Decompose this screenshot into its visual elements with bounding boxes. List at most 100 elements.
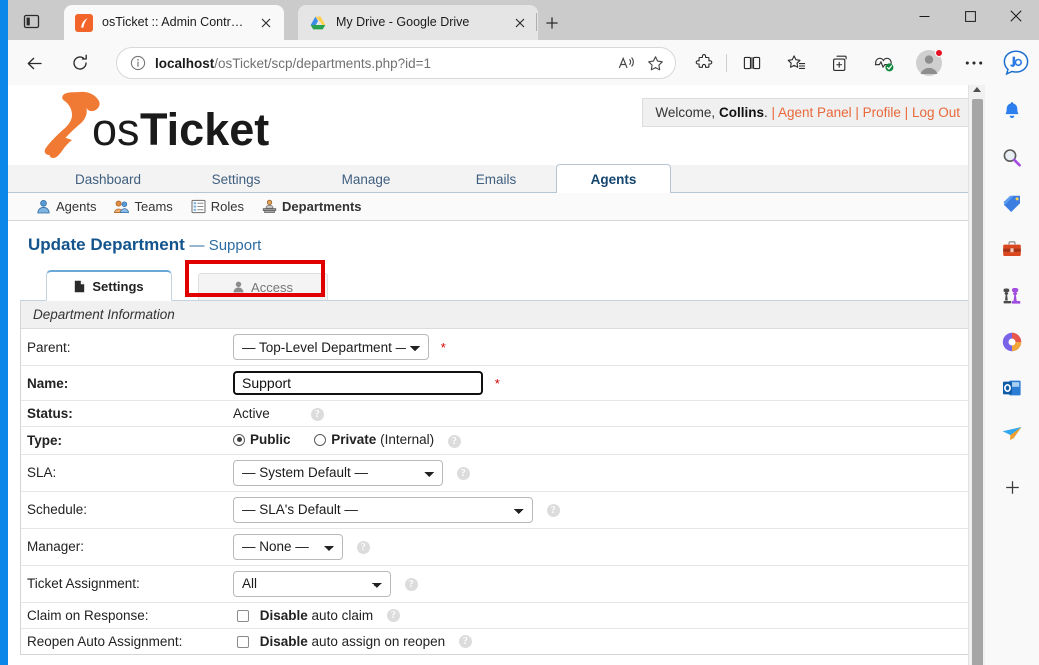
help-icon[interactable]: ? — [404, 577, 418, 591]
collections-icon[interactable] — [824, 47, 856, 79]
tab-access[interactable]: Access — [198, 273, 328, 301]
help-icon[interactable]: ? — [456, 466, 470, 480]
parent-select[interactable]: — Top-Level Department — — [233, 334, 429, 360]
maximize-button[interactable] — [947, 0, 993, 32]
agent-panel-link[interactable]: Agent Panel — [778, 105, 852, 120]
osticket-favicon — [75, 13, 93, 32]
form-control-sla: — System Default — ? — [227, 454, 972, 492]
page-scrollbar[interactable] — [968, 85, 985, 665]
site-info-icon[interactable] — [127, 52, 149, 74]
tab-settings[interactable]: Settings — [46, 270, 172, 301]
name-input[interactable] — [233, 371, 483, 395]
read-aloud-icon[interactable] — [613, 50, 641, 76]
sub-nav-label: Agents — [56, 199, 97, 214]
toolbar-divider — [726, 54, 727, 72]
paper-plane-icon[interactable] — [995, 417, 1029, 451]
help-icon[interactable]: ? — [546, 503, 560, 517]
logout-link[interactable]: Log Out — [912, 105, 960, 120]
notifications-bell-icon[interactable] — [995, 95, 1029, 129]
close-icon[interactable] — [254, 11, 278, 35]
tab-divider — [536, 13, 537, 31]
manager-select[interactable]: — None — — [233, 533, 343, 560]
type-radio-public[interactable]: Public — [233, 432, 291, 447]
form-label-claim-on-response: Claim on Response: — [21, 602, 227, 629]
split-screen-icon[interactable] — [736, 47, 768, 79]
nav-tab-emails[interactable]: Emails — [446, 165, 546, 193]
disable-auto-claim-checkbox[interactable] — [237, 609, 249, 622]
minimize-button[interactable] — [901, 0, 947, 32]
form-label-reopen-auto-assignment: Reopen Auto Assignment: — [27, 633, 183, 649]
sidebar-item-departments[interactable]: Departments — [262, 199, 362, 214]
nav-tab-agents[interactable]: Agents — [556, 164, 671, 194]
form-control-claim-on-response: Disable auto claim ? — [227, 602, 972, 629]
department-form: Department Information Parent: — Top-Lev… — [20, 301, 973, 655]
edge-sidebar — [985, 85, 1039, 665]
copilot-icon[interactable] — [1000, 47, 1032, 79]
welcome-sep-2: | — [855, 105, 859, 120]
tools-briefcase-icon[interactable] — [995, 233, 1029, 267]
sidebar-item-roles[interactable]: Roles — [191, 199, 244, 214]
form-section-title: Department Information — [21, 301, 972, 329]
settings-more-icon[interactable] — [958, 47, 990, 79]
address-bar[interactable]: localhost/osTicket/scp/departments.php?i… — [116, 47, 676, 79]
roles-icon — [191, 199, 206, 214]
browser-tab-1[interactable]: My Drive - Google Drive — [298, 5, 538, 40]
page-title-sub: — Support — [189, 237, 262, 254]
radio-private-indicator[interactable] — [314, 433, 327, 446]
help-icon[interactable]: ? — [458, 635, 472, 649]
close-window-button[interactable] — [993, 0, 1039, 32]
scrollbar-thumb[interactable] — [972, 99, 983, 665]
radio-public-indicator[interactable] — [233, 433, 245, 446]
checkbox-label-rest: auto assign on reopen — [307, 633, 446, 649]
disable-auto-assign-reopen-checkbox[interactable] — [237, 635, 249, 648]
ticket-assignment-select[interactable]: All — [233, 570, 391, 597]
favorites-icon[interactable] — [780, 47, 812, 79]
help-icon[interactable]: ? — [310, 407, 324, 421]
form-control-type: Public Private (Internal) ? — [227, 426, 972, 455]
browser-tab-0[interactable]: osTicket :: Admin Control Panel — [64, 5, 284, 40]
form-row-manager: Manager: — None — ? — [21, 528, 972, 566]
help-icon[interactable]: ? — [356, 540, 370, 554]
form-row-name: Name: * — [21, 365, 972, 401]
profile-link[interactable]: Profile — [863, 105, 901, 120]
form-row-reopen-auto-assignment: Reopen Auto Assignment: Disable auto ass… — [21, 628, 972, 654]
profile-avatar[interactable] — [916, 49, 943, 76]
help-icon[interactable]: ? — [447, 435, 461, 449]
sidebar-item-agents[interactable]: Agents — [36, 199, 96, 214]
microsoft365-icon[interactable] — [995, 325, 1029, 359]
window-left-accent — [0, 0, 8, 665]
browser-tab-title: My Drive - Google Drive — [336, 15, 470, 29]
games-icon[interactable] — [995, 279, 1029, 313]
tab-actions-icon[interactable] — [16, 8, 46, 34]
new-tab-button[interactable] — [538, 9, 566, 37]
welcome-bar: Welcome, Collins. | Agent Panel | Profil… — [642, 98, 973, 127]
shopping-tag-icon[interactable] — [995, 187, 1029, 221]
nav-tab-label: Agents — [590, 171, 637, 187]
scroll-up-arrow-icon[interactable] — [973, 87, 981, 92]
window-controls — [901, 0, 1039, 32]
form-control-manager: — None — ? — [227, 528, 972, 566]
agent-icon — [36, 199, 51, 214]
url-path: /osTicket/scp/departments.php?id=1 — [214, 55, 432, 71]
schedule-select[interactable]: — SLA's Default — — [233, 496, 533, 523]
extensions-icon[interactable] — [688, 47, 720, 79]
nav-tab-manage[interactable]: Manage — [316, 165, 416, 193]
refresh-icon[interactable] — [64, 47, 96, 79]
browser-tab-title: osTicket :: Admin Control Panel — [102, 15, 249, 29]
sla-select[interactable]: — System Default — — [233, 459, 443, 486]
close-icon[interactable] — [508, 11, 532, 35]
form-control-reopen-auto-assignment: Disable auto assign on reopen ? — [227, 628, 972, 654]
help-icon[interactable]: ? — [386, 609, 400, 623]
type-radio-private[interactable]: Private (Internal) — [314, 432, 434, 447]
nav-tab-settings[interactable]: Settings — [186, 165, 286, 193]
favorite-star-icon[interactable] — [641, 50, 669, 76]
sidebar-item-teams[interactable]: Teams — [114, 199, 173, 214]
form-label-schedule: Schedule: — [21, 491, 227, 529]
status-value: Active — [233, 406, 270, 421]
search-icon[interactable] — [995, 141, 1029, 175]
outlook-icon[interactable] — [995, 371, 1029, 405]
browser-essentials-icon[interactable] — [868, 47, 900, 79]
nav-tab-dashboard[interactable]: Dashboard — [58, 165, 158, 193]
add-sidebar-icon[interactable] — [995, 470, 1029, 504]
back-icon[interactable] — [18, 47, 50, 79]
